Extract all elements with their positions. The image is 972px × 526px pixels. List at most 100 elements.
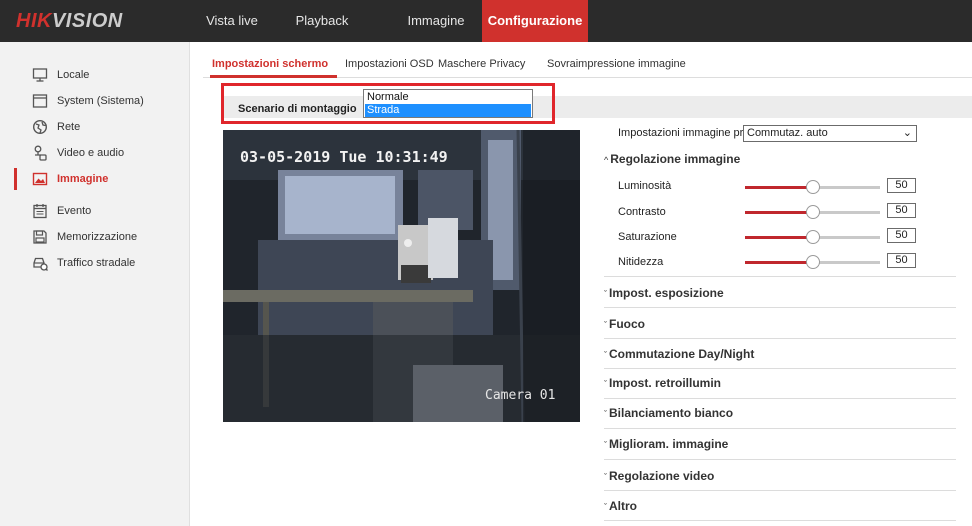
section-focus[interactable]: ˇ Fuoco xyxy=(604,317,645,331)
slider-fill xyxy=(745,261,813,264)
divider xyxy=(604,307,956,308)
section-day-night[interactable]: ˇ Commutazione Day/Night xyxy=(604,347,754,361)
section-title: Miglioram. immagine xyxy=(609,437,729,451)
divider xyxy=(604,428,956,429)
sidebar-item-label: Rete xyxy=(57,121,81,133)
video-preview[interactable]: 03-05-2019 Tue 10:31:49 Camera 01 xyxy=(223,130,580,422)
nav-image[interactable]: Immagine xyxy=(396,0,476,42)
sidebar-item-label: Evento xyxy=(57,205,92,217)
subtab-bar: Impostazioni schermo Impostazioni OSD Ma… xyxy=(203,52,972,78)
contrast-slider[interactable] xyxy=(745,205,880,219)
section-title: Regolazione immagine xyxy=(610,152,741,166)
section-title: Commutazione Day/Night xyxy=(609,347,755,361)
tab-display-settings[interactable]: Impostazioni schermo xyxy=(212,58,328,70)
caret-down-icon: ˇ xyxy=(604,350,607,360)
section-other[interactable]: ˇ Altro xyxy=(604,499,637,513)
hikvision-logo: HIKVISION xyxy=(16,10,123,32)
active-tab-indicator xyxy=(210,75,337,78)
traffic-icon xyxy=(33,257,48,271)
contrast-value[interactable]: 50 xyxy=(887,203,916,218)
caret-down-icon: ˇ xyxy=(604,440,607,450)
sidebar-item-label: Immagine xyxy=(57,173,109,185)
image-settings-select[interactable]: Commutaz. auto ⌄ xyxy=(743,125,917,142)
tab-privacy-masks[interactable]: Maschere Privacy xyxy=(438,58,525,70)
section-image-adjustment[interactable]: ^ Regolazione immagine xyxy=(604,152,740,166)
osd-timestamp: 03-05-2019 Tue 10:31:49 xyxy=(240,148,448,166)
tab-image-overlay[interactable]: Sovraimpressione immagine xyxy=(547,58,686,70)
section-exposure[interactable]: ˇ Impost. esposizione xyxy=(604,286,724,300)
section-video-adjustment[interactable]: ˇ Regolazione video xyxy=(604,469,714,483)
slider-handle[interactable] xyxy=(805,255,820,269)
slider-label-saturation: Saturazione xyxy=(618,231,677,243)
image-settings-label: Impostazioni immagine pr... xyxy=(618,127,752,139)
slider-handle[interactable] xyxy=(805,180,820,194)
sharpness-value[interactable]: 50 xyxy=(887,253,916,268)
caret-down-icon: ˇ xyxy=(604,409,607,419)
sidebar-item-traffic[interactable]: Traffico stradale xyxy=(0,250,190,276)
nav-playback[interactable]: Playback xyxy=(282,0,362,42)
section-title: Altro xyxy=(609,499,637,513)
sidebar-item-system[interactable]: System (Sistema) xyxy=(0,88,190,114)
divider xyxy=(604,368,956,369)
video-audio-icon xyxy=(34,145,47,161)
section-title: Regolazione video xyxy=(609,469,715,483)
saturation-value[interactable]: 50 xyxy=(887,228,916,243)
sidebar-item-label: Locale xyxy=(57,69,90,81)
nav-configuration[interactable]: Configurazione xyxy=(482,0,588,42)
caret-down-icon: ˇ xyxy=(604,379,607,389)
section-title: Fuoco xyxy=(609,317,645,331)
camera-scene xyxy=(223,130,580,422)
section-title: Impost. retroillumin xyxy=(609,376,722,390)
sidebar-item-label: System (Sistema) xyxy=(57,95,144,107)
sidebar-item-video-audio[interactable]: Video e audio xyxy=(0,140,190,166)
caret-down-icon: ˇ xyxy=(604,502,607,512)
slider-label-contrast: Contrasto xyxy=(618,206,666,218)
divider xyxy=(604,338,956,339)
brightness-slider[interactable] xyxy=(745,180,880,194)
caret-down-icon: ˇ xyxy=(604,472,607,482)
divider xyxy=(604,398,956,399)
sidebar-item-network[interactable]: Rete xyxy=(0,114,190,140)
sidebar: Locale System (Sistema) Rete Video e aud… xyxy=(0,42,190,526)
caret-up-icon: ^ xyxy=(604,155,609,165)
section-white-balance[interactable]: ˇ Bilanciamento bianco xyxy=(604,406,733,420)
image-icon xyxy=(32,172,48,186)
section-backlight[interactable]: ˇ Impost. retroillumin xyxy=(604,376,721,390)
top-bar: HIKVISION Vista live Playback Immagine C… xyxy=(0,0,972,42)
system-icon xyxy=(32,94,48,108)
divider xyxy=(604,276,956,277)
divider xyxy=(604,490,956,491)
brightness-value[interactable]: 50 xyxy=(887,178,916,193)
divider xyxy=(604,520,956,521)
storage-icon xyxy=(33,230,47,244)
sidebar-item-image[interactable]: Immagine xyxy=(0,166,190,192)
caret-down-icon: ˇ xyxy=(604,289,607,299)
sharpness-slider[interactable] xyxy=(745,255,880,269)
sidebar-item-label: Video e audio xyxy=(57,147,125,159)
sidebar-item-event[interactable]: Evento xyxy=(0,198,190,224)
slider-handle[interactable] xyxy=(805,230,820,244)
sidebar-item-label: Traffico stradale xyxy=(57,257,136,269)
tab-osd-settings[interactable]: Impostazioni OSD xyxy=(345,58,434,70)
sidebar-item-local[interactable]: Locale xyxy=(0,62,190,88)
image-settings-value: Commutaz. auto xyxy=(747,127,828,139)
caret-down-icon: ˇ xyxy=(604,320,607,330)
slider-fill xyxy=(745,186,813,189)
section-title: Impost. esposizione xyxy=(609,286,724,300)
calendar-icon xyxy=(33,204,47,219)
slider-label-brightness: Luminosità xyxy=(618,180,672,192)
saturation-slider[interactable] xyxy=(745,230,880,244)
slider-handle[interactable] xyxy=(805,205,820,219)
section-image-enhancement[interactable]: ˇ Miglioram. immagine xyxy=(604,437,728,451)
section-title: Bilanciamento bianco xyxy=(609,406,734,420)
globe-icon xyxy=(32,119,48,135)
sidebar-item-label: Memorizzazione xyxy=(57,231,138,243)
slider-fill xyxy=(745,211,813,214)
nav-live-view[interactable]: Vista live xyxy=(196,0,268,42)
sidebar-item-storage[interactable]: Memorizzazione xyxy=(0,224,190,250)
divider xyxy=(604,459,956,460)
monitor-icon xyxy=(32,68,48,82)
osd-camera-name: Camera 01 xyxy=(485,388,556,403)
highlight-box xyxy=(221,83,555,124)
slider-label-sharpness: Nitidezza xyxy=(618,256,664,268)
